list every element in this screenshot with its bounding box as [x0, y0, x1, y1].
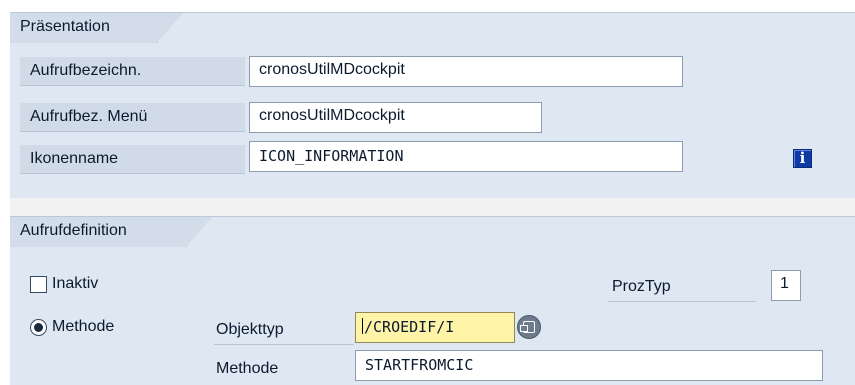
methode-input[interactable]: STARTFROMCIC [355, 350, 823, 381]
proztyp-label: ProzTyp [608, 273, 756, 302]
label-aufrufbez-menu: Aufrufbez. Menü [20, 103, 245, 132]
proztyp-input[interactable]: 1 [771, 270, 801, 301]
inaktiv-checkbox[interactable] [30, 276, 47, 293]
ikonenname-input[interactable]: ICON_INFORMATION [249, 141, 683, 172]
objekttyp-value: /CROEDIF/I [364, 318, 455, 336]
objekttyp-input[interactable]: /CROEDIF/I [355, 312, 515, 343]
label-aufrufbezeichnung: Aufrufbezeichn. [20, 57, 245, 86]
methode-radio-label: Methode [52, 318, 115, 335]
inaktiv-label: Inaktiv [52, 275, 99, 292]
value-help-button[interactable] [517, 315, 541, 339]
presentation-group-title: Präsentation [10, 13, 183, 43]
methode-label: Methode [216, 360, 279, 377]
methode-radio[interactable] [30, 319, 47, 336]
label-ikonenname: Ikonenname [20, 145, 245, 174]
aufrufbez-menu-input[interactable]: cronosUtilMDcockpit [249, 102, 542, 133]
text-cursor [362, 318, 363, 334]
group-separator [10, 197, 855, 216]
information-icon: i [793, 149, 812, 168]
objekttyp-label: Objekttyp [214, 316, 354, 345]
value-help-icon [520, 321, 535, 333]
aufrufbezeichnung-input[interactable]: cronosUtilMDcockpit [249, 56, 683, 87]
aufrufdefinition-group-title: Aufrufdefinition [10, 217, 212, 247]
